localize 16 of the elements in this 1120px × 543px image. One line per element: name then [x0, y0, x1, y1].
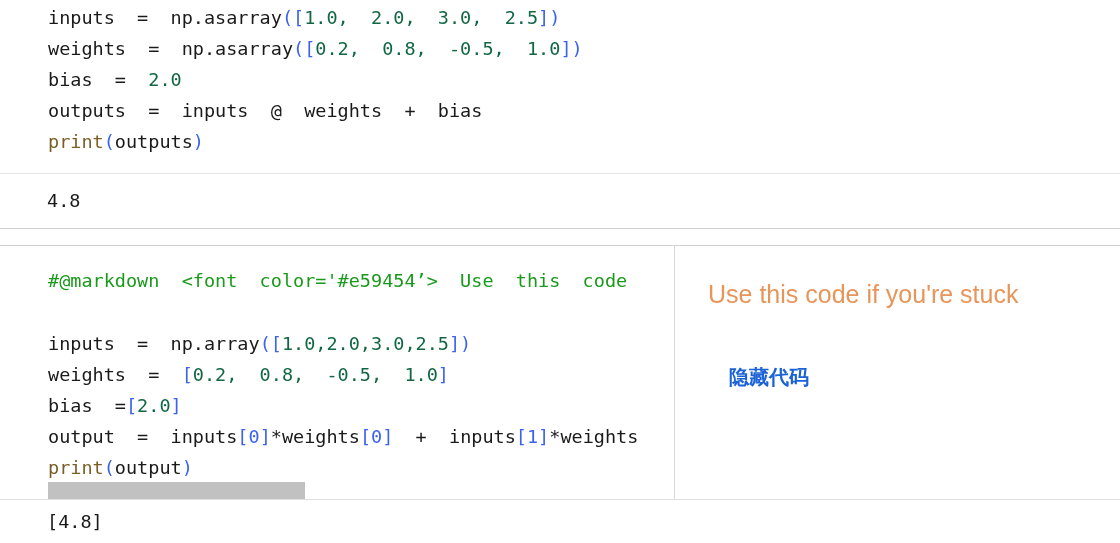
code-line: print(outputs) [48, 130, 204, 154]
code-line: weights = np.asarray([0.2, 0.8, -0.5, 1.0]) [48, 37, 583, 61]
code-line: output = inputs[0]*weights[0] + inputs[1]*weights [48, 425, 639, 449]
cell-output: 4.8 [47, 189, 81, 214]
cell-output: [4.8] [47, 509, 103, 534]
code-line: weights = [0.2, 0.8, -0.5, 1.0] [48, 363, 449, 387]
hide-code-link[interactable]: 隐藏代码 [729, 361, 809, 392]
code-line: bias = 2.0 [48, 68, 182, 92]
code-line: inputs = np.asarray([1.0, 2.0, 3.0, 2.5]) [48, 6, 561, 30]
code-line: inputs = np.array([1.0,2.0,3.0,2.5]) [48, 332, 472, 356]
code-comment: #@markdown <font color='#e59454’> Use this code [48, 269, 628, 293]
code-line: outputs = inputs @ weights + bias [48, 99, 483, 123]
scrollbar-thumb[interactable] [48, 482, 305, 499]
code-line: print(output) [48, 456, 193, 480]
code-line: bias =[2.0] [48, 394, 182, 418]
side-panel-title: Use this code if you're stuck [708, 279, 1019, 310]
